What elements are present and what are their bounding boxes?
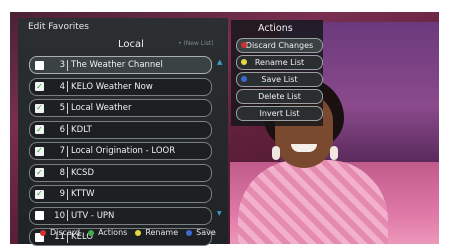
rename-list-button[interactable]: Rename List: [236, 55, 323, 70]
channel-number: 9: [59, 189, 65, 199]
legend-save: Save: [186, 228, 216, 237]
color-button-icon: [186, 229, 193, 236]
channel-name: Local Weather: [71, 103, 132, 113]
channel-name: KCSD: [71, 167, 94, 178]
channel-number: 3: [59, 60, 65, 70]
divider: [67, 59, 68, 71]
invert-list-button[interactable]: Invert List: [236, 106, 323, 121]
actions-title: Actions: [258, 23, 293, 34]
channel-list: 3 The Weather Channel ✓ 4 KELO Weather Now ✓ 5…: [29, 56, 212, 250]
divider: [67, 210, 68, 221]
check-icon: ✓: [36, 103, 43, 112]
channel-checkbox[interactable]: ✓: [35, 168, 44, 177]
channel-name: KDLT: [71, 124, 92, 135]
color-button-icon: [88, 229, 95, 236]
color-button-icon: [241, 59, 247, 65]
color-button-icon: [135, 229, 142, 236]
divider: [67, 145, 68, 157]
earring-left: [272, 146, 280, 160]
action-label: Save List: [261, 75, 298, 84]
channel-name: The Weather Channel: [71, 60, 163, 70]
channel-row[interactable]: ✓ 5 Local Weather: [29, 99, 212, 117]
channel-number: 8: [59, 167, 65, 178]
action-label: Discard Changes: [245, 41, 314, 50]
check-icon: ✓: [36, 81, 43, 91]
channel-checkbox[interactable]: ✓: [35, 146, 44, 156]
channel-checkbox[interactable]: ✓: [35, 189, 44, 199]
color-button-icon: [241, 76, 247, 82]
channel-checkbox[interactable]: [35, 60, 44, 70]
channel-checkbox[interactable]: [35, 211, 44, 220]
divider: [67, 167, 68, 178]
save-list-button[interactable]: Save List: [236, 72, 323, 87]
person-smile: [291, 144, 317, 152]
channel-number: 7: [59, 146, 65, 156]
check-icon: ✓: [36, 124, 43, 134]
legend-label: Discard: [50, 228, 81, 237]
color-button-icon: [241, 42, 247, 48]
channel-number: 5: [59, 103, 65, 113]
legend-rename: Rename: [135, 228, 178, 237]
legend-label: Rename: [145, 228, 179, 237]
legend-label: Actions: [98, 228, 128, 237]
action-label: Rename List: [254, 58, 305, 67]
channel-row[interactable]: 3 The Weather Channel: [29, 56, 212, 74]
legend-discard: Discard: [40, 228, 80, 237]
new-list-hint[interactable]: • (New List): [178, 40, 214, 47]
channel-checkbox[interactable]: ✓: [35, 125, 44, 134]
channel-row[interactable]: 10 UTV - UPN: [29, 206, 212, 225]
list-tab-local[interactable]: Local: [118, 39, 144, 50]
color-button-icon: [40, 229, 46, 236]
channel-checkbox[interactable]: ✓: [35, 103, 44, 113]
channel-row[interactable]: ✓ 8 KCSD: [29, 163, 212, 182]
channel-name: KELO Weather Now: [71, 81, 153, 92]
divider: [67, 81, 68, 92]
scroll-up-icon[interactable]: ▲: [217, 58, 222, 66]
check-icon: ✓: [36, 167, 43, 177]
discard-changes-button[interactable]: Discard Changes: [236, 38, 323, 53]
divider: [67, 188, 68, 200]
legend-label: Save: [196, 228, 216, 237]
action-label: Delete List: [258, 92, 301, 101]
divider: [67, 124, 68, 135]
channel-row[interactable]: ✓ 7 Local Origination - LOOR: [29, 142, 212, 160]
divider: [67, 102, 68, 114]
person-jacket: [238, 160, 388, 244]
check-icon: ✓: [36, 189, 43, 198]
button-legend: Discard Actions Rename Save: [40, 228, 224, 237]
channel-name: Local Origination - LOOR: [71, 146, 176, 156]
delete-list-button[interactable]: Delete List: [236, 89, 323, 104]
check-icon: ✓: [36, 146, 43, 155]
channel-row[interactable]: ✓ 4 KELO Weather Now: [29, 77, 212, 96]
action-label: Invert List: [259, 109, 300, 118]
scroll-down-icon[interactable]: ▼: [217, 210, 222, 217]
channel-name: KTTW: [71, 189, 95, 199]
channel-number: 10: [54, 210, 65, 221]
channel-row[interactable]: ✓ 9 KTTW: [29, 185, 212, 203]
earring-right: [330, 146, 338, 160]
channel-name: UTV - UPN: [71, 210, 115, 221]
page-title: Edit Favorites: [28, 22, 89, 32]
channel-number: 6: [59, 124, 65, 135]
channel-number: 4: [59, 81, 65, 92]
channel-checkbox[interactable]: ✓: [35, 82, 44, 91]
channel-row[interactable]: ✓ 6 KDLT: [29, 120, 212, 139]
legend-actions: Actions: [88, 228, 127, 237]
